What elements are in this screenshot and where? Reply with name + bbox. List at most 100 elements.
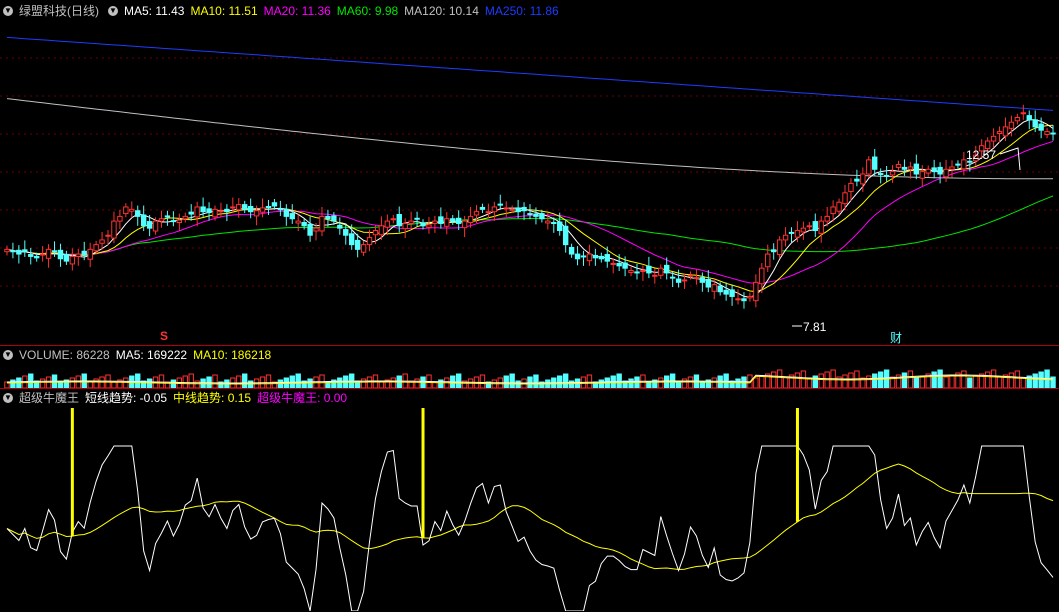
candle-up (194, 206, 200, 218)
candle-up (408, 220, 414, 224)
candle-down (289, 213, 295, 220)
candle-up (87, 248, 93, 260)
candle-down (646, 265, 652, 274)
mid-trend-line (6, 463, 1054, 571)
volume-bar (515, 380, 521, 388)
collapse-circle-icon[interactable]: ▼ (3, 350, 13, 360)
volume-bar (360, 378, 367, 388)
ma60-label: MA60: 9.98 (336, 4, 399, 18)
volume-label: VOLUME: 86228 (19, 348, 110, 362)
volume-bar (414, 378, 420, 388)
candle-down (770, 249, 777, 253)
candle-up (75, 253, 81, 257)
volume-bar (949, 374, 955, 388)
volume-bar (194, 380, 200, 388)
ma10-label: MA10: 11.51 (190, 4, 258, 18)
candle-down (200, 206, 206, 213)
candle-up (473, 211, 480, 216)
candle-down (574, 253, 581, 260)
candle-up (390, 218, 396, 221)
candle-down (955, 163, 961, 166)
candle-down (723, 289, 729, 295)
indicator-legend: ▼ 超级牛魔王 短线趋势: -0.05 中线趋势: 0.15 超级牛魔王: 0.… (0, 388, 1059, 407)
candle-down (140, 214, 147, 227)
volume-bar (557, 375, 563, 388)
candle-down (669, 276, 676, 279)
volume-bar (135, 373, 141, 388)
candle-down (598, 255, 605, 260)
volume-chart[interactable] (0, 364, 1059, 388)
candle-up (93, 244, 99, 252)
candle-up (1020, 112, 1027, 115)
volume-bar (842, 374, 848, 388)
candle-down (664, 264, 670, 274)
candle-up (111, 220, 117, 239)
volume-ma10-label: MA10: 186218 (193, 348, 272, 362)
candle-up (485, 211, 492, 214)
candle-up (860, 173, 866, 185)
candle-down (872, 156, 878, 170)
candle-down (271, 202, 278, 207)
candle-down (354, 239, 361, 250)
candle-down (1038, 123, 1044, 131)
candle-up (586, 253, 593, 262)
candle-down (22, 249, 28, 253)
volume-bar (943, 376, 949, 388)
candle-up (129, 208, 135, 212)
candle-up (866, 159, 872, 175)
volume-bar (681, 378, 688, 388)
candle-down (438, 216, 444, 224)
candle-up (39, 253, 46, 256)
collapse-circle-icon[interactable]: ▼ (3, 393, 13, 403)
collapse-circle-icon[interactable]: ▼ (3, 6, 13, 16)
candle-up (182, 215, 188, 220)
candlestick-chart[interactable] (0, 20, 1059, 342)
volume-bar (337, 377, 343, 388)
candle-down (277, 208, 284, 211)
candle-down (580, 255, 587, 258)
candle-down (265, 205, 272, 208)
volume-bar (123, 377, 129, 388)
candle-down (634, 271, 640, 274)
volume-bar (1014, 370, 1021, 388)
candle-down (247, 205, 254, 213)
candle-down (729, 289, 735, 297)
candle-up (158, 218, 165, 222)
candle-up (848, 182, 854, 192)
indicator-chart[interactable] (0, 406, 1059, 611)
candle-down (515, 207, 521, 213)
candle-up (765, 253, 771, 268)
volume-bar (776, 369, 783, 388)
volume-bar (872, 373, 878, 388)
candle-up (895, 164, 902, 168)
candle-up (384, 220, 391, 228)
volume-bar (188, 373, 194, 388)
candle-up (687, 274, 694, 277)
candle-up (99, 239, 105, 244)
candle-down (1032, 119, 1038, 128)
collapse-circle-icon[interactable]: ▼ (108, 6, 118, 16)
candle-down (551, 222, 557, 225)
candle-up (295, 220, 301, 224)
candle-down (396, 214, 402, 227)
candle-down (883, 174, 890, 177)
candle-down (63, 254, 70, 262)
candle-up (69, 255, 76, 265)
candle-up (949, 166, 955, 170)
volume-bar (901, 372, 908, 388)
s-marker: S (160, 329, 169, 343)
volume-bar (568, 380, 575, 388)
candle-up (426, 224, 432, 228)
candle-up (943, 168, 949, 178)
volume-bar (967, 377, 973, 388)
candle-up (360, 244, 367, 253)
candle-up (378, 225, 385, 236)
candle-up (747, 295, 753, 299)
candle-up (925, 168, 931, 174)
volume-bar (794, 372, 801, 388)
candle-up (1008, 121, 1015, 129)
candle-up (711, 284, 717, 292)
candle-up (652, 274, 658, 277)
candle-up (491, 206, 498, 213)
volume-bar (919, 375, 925, 388)
